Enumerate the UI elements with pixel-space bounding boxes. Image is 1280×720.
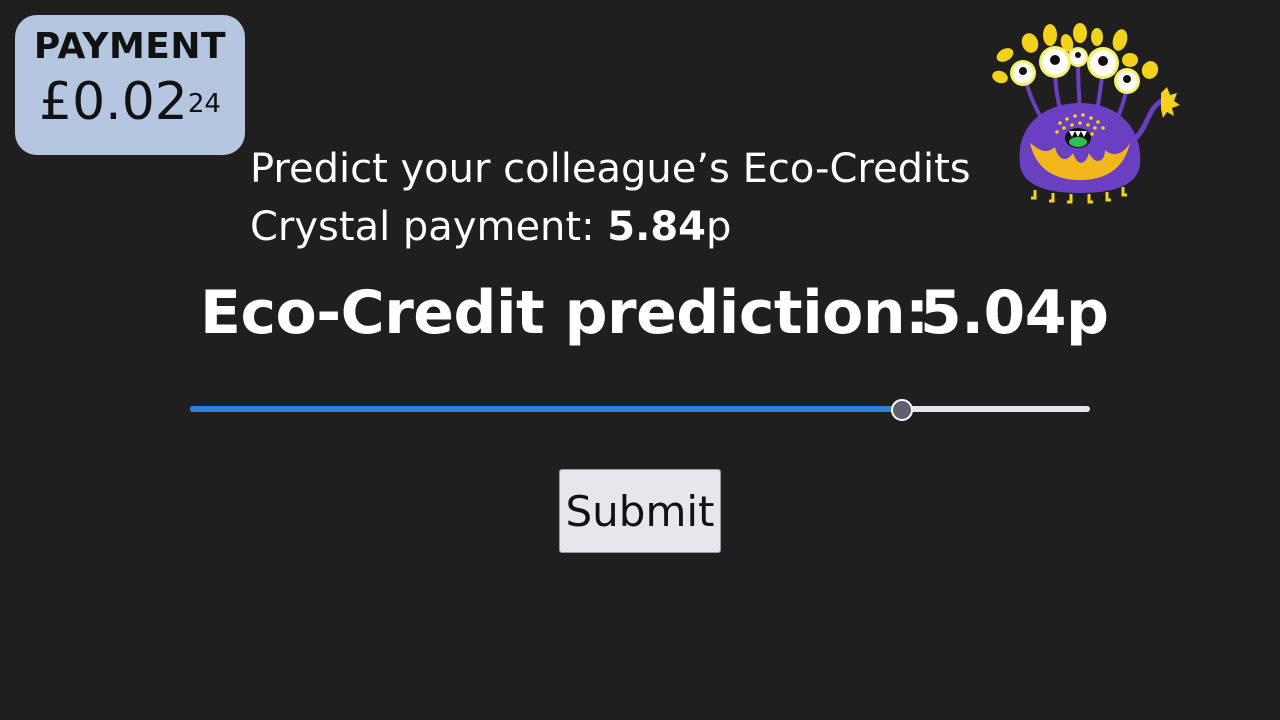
crystal-payment-unit: p — [706, 204, 732, 250]
instruction-line-2: Crystal payment: 5.84p — [250, 198, 971, 256]
payment-amount-main: £0.02 — [39, 72, 188, 132]
payment-amount-superscript: 24 — [187, 89, 221, 119]
prediction-label: Eco-Credit prediction: — [200, 278, 929, 348]
payment-amount: £0.0224 — [15, 71, 245, 133]
crystal-payment-value: 5.84 — [607, 204, 706, 250]
slider-fill — [190, 406, 901, 412]
payment-title: PAYMENT — [33, 26, 227, 67]
crystal-payment-label: Crystal payment: — [250, 204, 608, 250]
prediction-slider[interactable] — [190, 399, 1090, 421]
submit-button[interactable]: Submit — [559, 469, 721, 553]
slider-thumb[interactable] — [891, 399, 913, 421]
instruction-text: Predict your colleague’s Eco-Credits Cry… — [250, 140, 971, 256]
page: PAYMENT £0.0224 Predict your colleague’s… — [0, 0, 1280, 720]
purple-monster-icon — [985, 15, 1190, 210]
prediction-value: 5.04p — [920, 278, 1109, 348]
payment-badge: PAYMENT £0.0224 — [15, 15, 245, 155]
instruction-line-1: Predict your colleague’s Eco-Credits — [250, 146, 971, 192]
